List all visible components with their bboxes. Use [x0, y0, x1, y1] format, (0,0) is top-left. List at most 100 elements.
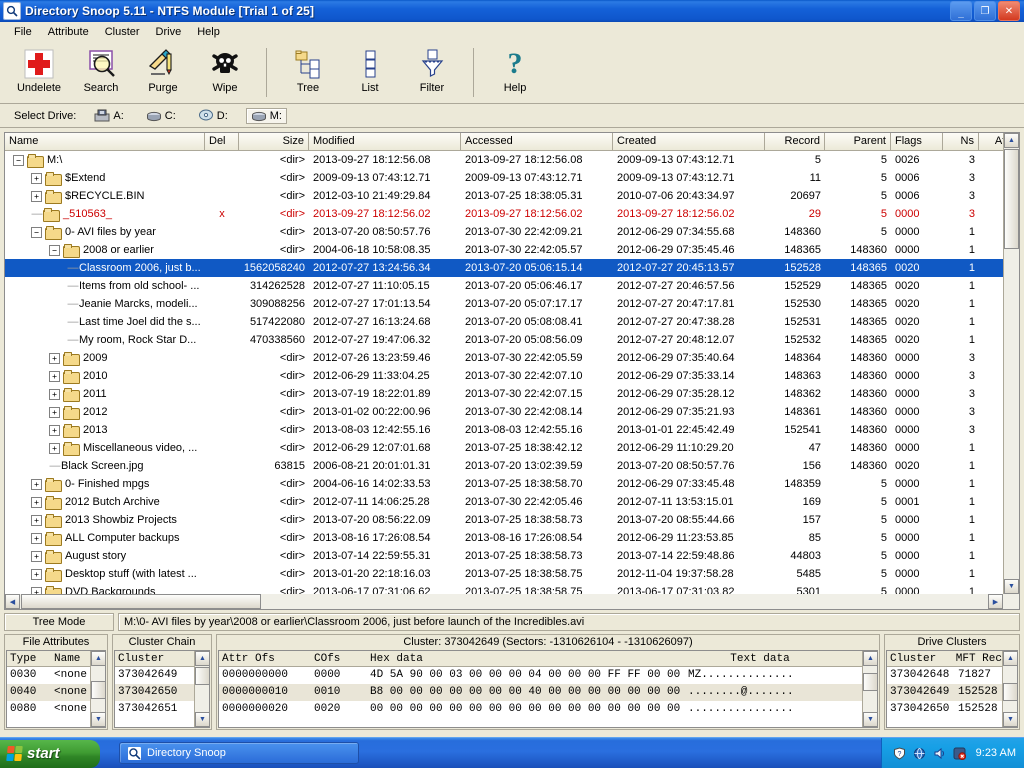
scroll-up-button[interactable]: ▲ — [195, 651, 209, 666]
table-row[interactable]: 0000000010 0010 B8 00 00 00 00 00 00 00 40… — [219, 684, 877, 701]
table-row[interactable]: +2009 <dir> 2012-07-26 13:23:59.46 2013-07-… — [5, 349, 1019, 367]
scroll-up-button[interactable]: ▲ — [1003, 651, 1017, 666]
expand-icon[interactable]: + — [49, 388, 60, 400]
column-header-del[interactable]: Del — [205, 133, 239, 150]
table-row[interactable]: + August story <dir> 2013-07-14 22:59:55.31… — [5, 547, 1019, 565]
scroll-thumb[interactable] — [1003, 683, 1017, 701]
taskbar-item-directory-snoop[interactable]: Directory Snoop — [119, 742, 359, 764]
hex-viewer-scrollbar[interactable]: ▲ ▼ — [862, 651, 877, 727]
table-row[interactable]: — Last time Joel did the s... 517422080 201… — [5, 313, 1019, 331]
table-row[interactable]: 373042650 152528 — [887, 701, 1017, 718]
tree-mode-button[interactable]: Tree Mode — [4, 613, 114, 631]
scroll-down-button[interactable]: ▼ — [195, 712, 209, 727]
toolbar-button-undelete[interactable]: Undelete — [8, 44, 70, 94]
volume-icon[interactable] — [932, 746, 947, 761]
column-header-acc[interactable]: Accessed — [461, 133, 613, 150]
collapse-icon[interactable]: − — [31, 226, 42, 238]
menu-item-drive[interactable]: Drive — [148, 24, 190, 40]
expand-icon[interactable]: + — [31, 532, 42, 544]
scroll-thumb[interactable] — [195, 667, 209, 685]
table-row[interactable]: +2013 Showbiz Projects <dir> 2013-07-20 08… — [5, 511, 1019, 529]
toolbar-button-purge[interactable]: Purge — [132, 44, 194, 94]
column-header-name[interactable]: Name — [51, 651, 95, 666]
expand-icon[interactable]: + — [49, 406, 60, 418]
table-row[interactable]: − 0- AVI files by year <dir> 2013-07-20 08:… — [5, 223, 1019, 241]
table-row[interactable]: +0- Finished mpgs <dir> 2004-06-16 14:02:3… — [5, 475, 1019, 493]
file-list-horizontal-scrollbar[interactable]: ◀ ▶ — [5, 594, 1019, 609]
table-row[interactable]: — _510563_ x <dir> 2013-09-27 18:12:56.02 201… — [5, 205, 1019, 223]
table-row[interactable]: — Jeanie Marcks, modeli... 309088256 2012-0… — [5, 295, 1019, 313]
column-header-text-data[interactable]: Text data — [685, 651, 835, 666]
drive-button-a[interactable]: A: — [90, 108, 127, 124]
drive-clusters-grid[interactable]: Cluster MFT Rec 373042648 71827 373042649 1… — [886, 650, 1018, 728]
menu-item-cluster[interactable]: Cluster — [97, 24, 148, 40]
expand-icon[interactable]: + — [31, 550, 42, 562]
drive-clusters-scrollbar[interactable]: ▲ ▼ — [1002, 651, 1017, 727]
table-row[interactable]: 0000000000 0000 4D 5A 90 00 03 00 00 00 04… — [219, 667, 877, 684]
table-row[interactable]: — My room, Rock Star D... 470338560 2012-07… — [5, 331, 1019, 349]
scroll-down-button[interactable]: ▼ — [1004, 579, 1019, 594]
table-row[interactable]: +2011 <dir> 2013-07-19 18:22:01.89 2013-07-… — [5, 385, 1019, 403]
expand-icon[interactable]: + — [49, 352, 60, 364]
table-row[interactable]: − 2008 or earlier <dir> 2004-06-18 10:58:08… — [5, 241, 1019, 259]
expand-icon[interactable]: + — [31, 478, 42, 490]
scroll-up-button[interactable]: ▲ — [1004, 133, 1019, 148]
column-header-name[interactable]: Name — [5, 133, 205, 150]
expand-icon[interactable]: + — [31, 496, 42, 508]
column-header-cluster[interactable]: Cluster — [115, 651, 195, 666]
table-row[interactable]: 373042649 152528 — [887, 684, 1017, 701]
maximize-button[interactable]: ❐ — [974, 1, 996, 21]
toolbar-button-wipe[interactable]: Wipe — [194, 44, 256, 94]
drive-button-c[interactable]: C: — [142, 109, 180, 123]
scroll-down-button[interactable]: ▼ — [1003, 712, 1017, 727]
toolbar-button-filter[interactable]: Filter — [401, 44, 463, 94]
cluster-chain-scrollbar[interactable]: ▲ ▼ — [194, 651, 209, 727]
table-row[interactable]: − M:\ <dir> 2013-09-27 18:12:56.08 2013-09-2… — [5, 151, 1019, 169]
column-header-type[interactable]: Type — [7, 651, 51, 666]
scroll-down-button[interactable]: ▼ — [91, 712, 105, 727]
table-row[interactable]: — Black Screen.jpg 63815 2006-08-21 20:01:0… — [5, 457, 1019, 475]
column-header-mod[interactable]: Modified — [309, 133, 461, 150]
scroll-up-button[interactable]: ▲ — [863, 651, 877, 666]
file-list-vertical-scrollbar[interactable]: ▲ ▼ — [1003, 133, 1019, 609]
scroll-thumb[interactable] — [863, 673, 877, 691]
menu-item-attribute[interactable]: Attribute — [40, 24, 97, 40]
expand-icon[interactable]: + — [31, 190, 42, 202]
scroll-right-button[interactable]: ▶ — [988, 594, 1003, 609]
column-header-rec[interactable]: Record — [765, 133, 825, 150]
column-header-cre[interactable]: Created — [613, 133, 765, 150]
file-attributes-grid[interactable]: Type Name 0030 <none 0040 <none 0080 <none ▲ … — [6, 650, 106, 728]
collapse-icon[interactable]: − — [49, 244, 60, 256]
column-header-par[interactable]: Parent — [825, 133, 891, 150]
expand-icon[interactable]: + — [31, 568, 42, 580]
scroll-up-button[interactable]: ▲ — [91, 651, 105, 666]
file-list-rows[interactable]: − M:\ <dir> 2013-09-27 18:12:56.08 2013-09-2… — [5, 151, 1019, 609]
table-row[interactable]: +2010 <dir> 2012-06-29 11:33:04.25 2013-07-… — [5, 367, 1019, 385]
table-row[interactable]: + ALL Computer backups <dir> 2013-08-16 17:… — [5, 529, 1019, 547]
security-shield-icon[interactable]: ? — [892, 746, 907, 761]
table-row[interactable]: +2013 <dir> 2013-08-03 12:42:55.16 2013-08-… — [5, 421, 1019, 439]
table-row[interactable]: + $Extend <dir> 2009-09-13 07:43:12.71 2009-… — [5, 169, 1019, 187]
column-header-attr-ofs[interactable]: Attr Ofs — [219, 651, 311, 666]
table-row[interactable]: + $RECYCLE.BIN <dir> 2012-03-10 21:49:29.84… — [5, 187, 1019, 205]
start-button[interactable]: start — [0, 739, 100, 768]
table-row[interactable]: + Desktop stuff (with latest ... <dir> 2013… — [5, 565, 1019, 583]
table-row[interactable]: 0000000020 0020 00 00 00 00 00 00 00 00 00… — [219, 701, 877, 718]
drive-button-d[interactable]: D: — [194, 108, 232, 124]
scroll-thumb[interactable] — [91, 681, 105, 699]
collapse-icon[interactable]: − — [13, 154, 24, 166]
close-button[interactable]: ✕ — [998, 1, 1020, 21]
antivirus-alert-icon[interactable] — [952, 746, 967, 761]
column-header-flg[interactable]: Flags — [891, 133, 943, 150]
toolbar-button-list[interactable]: List — [339, 44, 401, 94]
column-header-ns[interactable]: Ns — [943, 133, 979, 150]
minimize-button[interactable]: _ — [950, 1, 972, 21]
table-row[interactable]: +2012 <dir> 2013-01-02 00:22:00.96 2013-07-… — [5, 403, 1019, 421]
expand-icon[interactable]: + — [49, 424, 60, 436]
menu-item-help[interactable]: Help — [189, 24, 228, 40]
toolbar-button-tree[interactable]: Tree — [277, 44, 339, 94]
file-attributes-scrollbar[interactable]: ▲ ▼ — [90, 651, 105, 727]
column-header-size[interactable]: Size — [239, 133, 309, 150]
table-row[interactable]: +2012 Butch Archive <dir> 2012-07-11 14:06… — [5, 493, 1019, 511]
menu-item-file[interactable]: File — [6, 24, 40, 40]
